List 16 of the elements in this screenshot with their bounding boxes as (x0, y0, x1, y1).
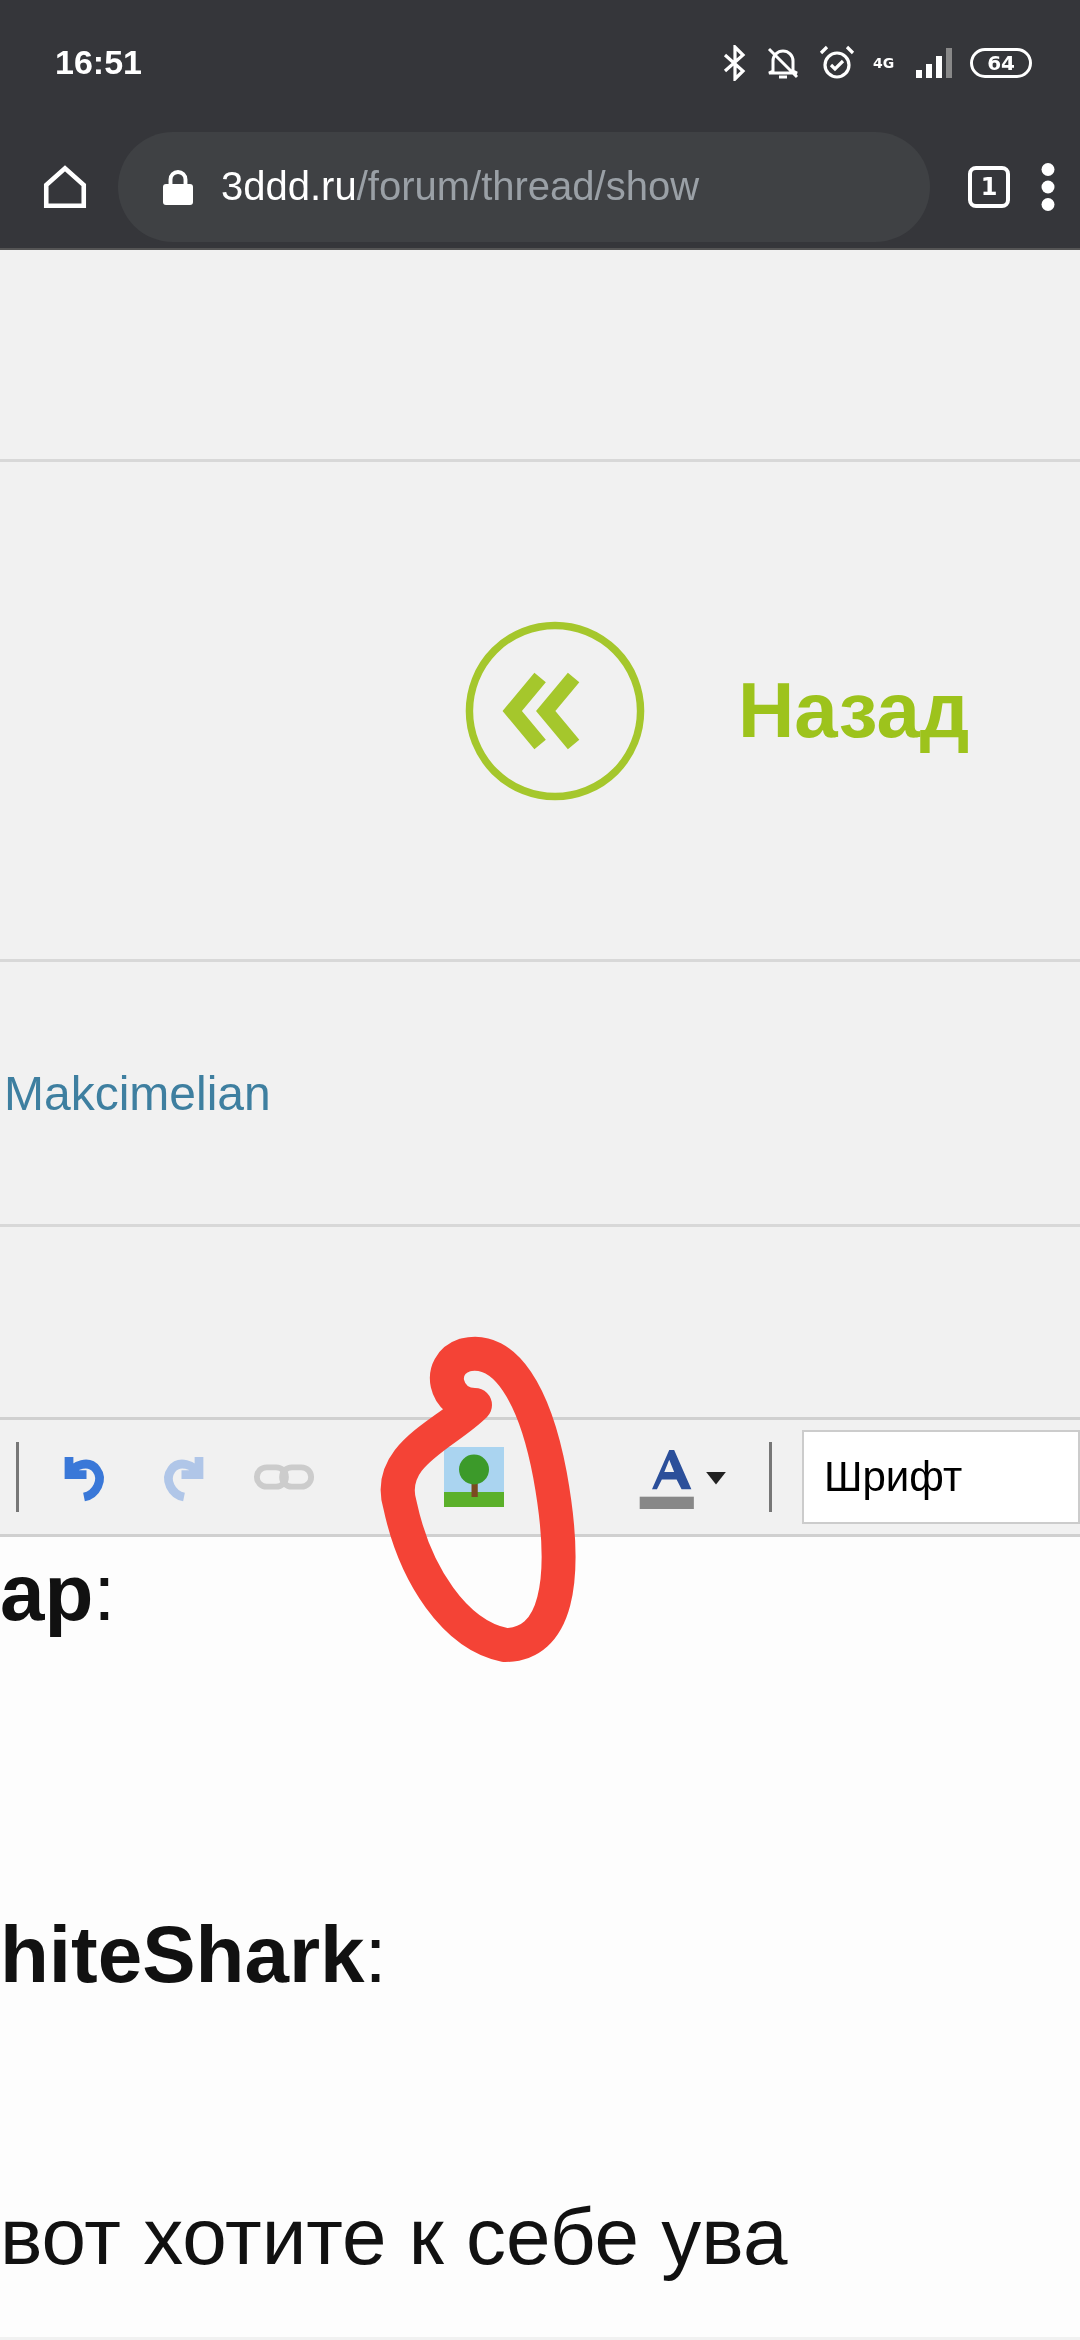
status-time: 16:51 (55, 43, 143, 82)
image-icon (444, 1447, 504, 1507)
editor-area[interactable]: ар: hiteShark: вот хотите к себе ува (0, 1537, 1080, 2337)
address-bar[interactable]: 3ddd.ru/forum/thread/show (118, 131, 930, 242)
font-select[interactable]: Шрифт (802, 1430, 1080, 1524)
lock-icon (163, 168, 193, 205)
editor-text: вот хотите к себе ува (0, 2191, 789, 2283)
bluetooth-icon (722, 44, 747, 81)
editor-text: hiteShark: (0, 1909, 388, 2001)
network-type: 4G (872, 54, 895, 71)
editor-text: ар: (0, 1547, 117, 1639)
author-link[interactable]: Makcimelian (4, 1065, 271, 1121)
battery-indicator: 64 (970, 47, 1032, 78)
alarm-icon (818, 44, 855, 81)
url-text: 3ddd.ru/forum/thread/show (221, 164, 700, 209)
tab-count-button[interactable]: 1 (968, 165, 1010, 208)
